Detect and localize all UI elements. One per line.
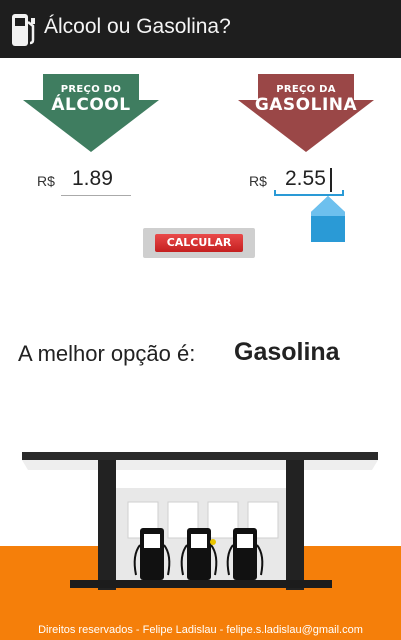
alcool-currency-label: R$ (37, 173, 55, 189)
gasolina-currency-label: R$ (249, 173, 267, 189)
text-cursor (330, 168, 332, 192)
gasolina-arrow-line1: PREÇO DA (276, 84, 336, 95)
gasolina-arrow-line2: GASOLINA (254, 95, 358, 115)
text-selection-handle-icon[interactable] (311, 196, 345, 244)
result-label: A melhor opção é: (18, 341, 196, 366)
gas-station-illustration (22, 452, 378, 590)
alcool-price-input[interactable]: 1.89 (61, 164, 131, 196)
alcool-arrow-line2: ÁLCOOL (51, 95, 131, 115)
result-value: Gasolina (234, 338, 340, 366)
footer-credits: Direitos reservados - Felipe Ladislau - … (38, 624, 363, 636)
gasolina-price-arrow: PREÇO DA GASOLINA (236, 74, 376, 154)
gas-pump-icon (12, 14, 35, 46)
alcool-price-value: 1.89 (72, 167, 113, 190)
app-title: Álcool ou Gasolina? (44, 15, 231, 38)
calcular-button[interactable]: CALCULAR (143, 228, 255, 258)
calcular-button-label: CALCULAR (155, 234, 243, 252)
action-bar: Álcool ou Gasolina? (0, 0, 401, 58)
alcool-price-arrow: PREÇO DO ÁLCOOL (21, 74, 161, 154)
gasolina-price-input[interactable]: 2.55 (274, 164, 344, 196)
alcool-input-underline (61, 195, 131, 196)
alcool-arrow-line1: PREÇO DO (60, 84, 122, 95)
gasolina-price-value: 2.55 (285, 167, 326, 190)
